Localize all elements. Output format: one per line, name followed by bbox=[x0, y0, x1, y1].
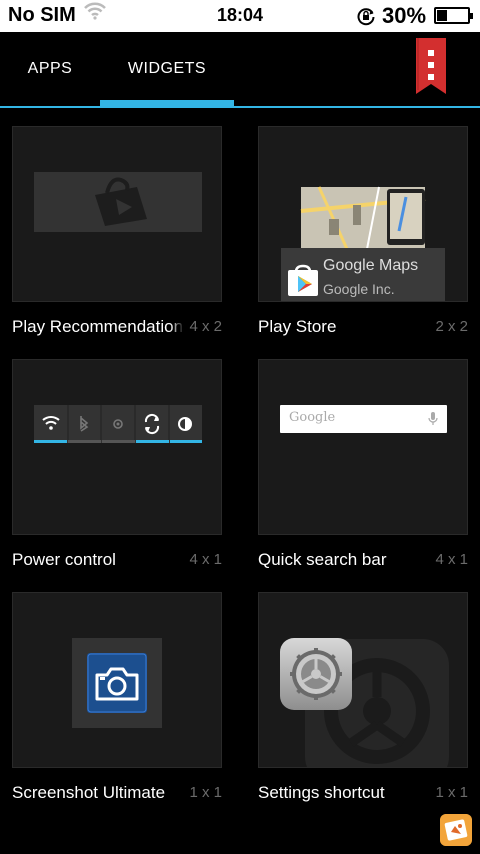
overflow-menu-icon[interactable] bbox=[416, 38, 446, 94]
widget-play-store[interactable]: Google Maps Google Inc. Play Store 2 x 2 bbox=[258, 126, 468, 351]
screenshot-tool-icon bbox=[440, 814, 472, 846]
status-bar: No SIM 18:04 30% bbox=[0, 0, 480, 32]
widget-preview bbox=[12, 126, 222, 302]
battery-percent: 30% bbox=[382, 3, 427, 28]
widget-name: Settings shortcut bbox=[258, 783, 430, 803]
widget-size: 4 x 2 bbox=[189, 318, 222, 335]
widget-preview bbox=[12, 359, 222, 535]
widget-name: Play Store bbox=[258, 317, 430, 337]
rotation-lock-icon bbox=[357, 8, 375, 26]
widget-play-recommendations[interactable]: Play Recommendations 4 x 2 bbox=[12, 126, 222, 351]
widget-preview bbox=[12, 592, 222, 768]
battery-level bbox=[437, 10, 447, 21]
widget-size: 1 x 1 bbox=[435, 784, 468, 801]
screenshot-app-floating-icon[interactable] bbox=[440, 814, 472, 846]
widget-name: Quick search bar bbox=[258, 550, 430, 570]
widget-quick-search-bar[interactable]: Google Quick search bar 4 x 1 bbox=[258, 359, 468, 584]
widget-size: 4 x 1 bbox=[189, 551, 222, 568]
widget-preview: Google bbox=[258, 359, 468, 535]
widget-name: Screenshot Ultimate bbox=[12, 783, 184, 803]
widget-size: 1 x 1 bbox=[189, 784, 222, 801]
app-card-title: Google Maps bbox=[323, 257, 419, 274]
microphone-icon bbox=[428, 412, 438, 425]
app-card-developer: Google Inc. bbox=[323, 281, 395, 297]
widget-name: Play Recommendations bbox=[12, 317, 184, 337]
search-bar-logo: Google bbox=[289, 410, 336, 425]
tab-widgets[interactable]: WIDGETS bbox=[100, 32, 234, 106]
app-card: Google Maps Google Inc. bbox=[281, 248, 445, 301]
widget-size: 4 x 1 bbox=[435, 551, 468, 568]
widget-preview bbox=[258, 592, 468, 768]
power-control-preview bbox=[34, 405, 202, 443]
icon-frame bbox=[72, 638, 162, 728]
tab-bar: APPS WIDGETS bbox=[0, 32, 480, 108]
widget-size: 2 x 2 bbox=[435, 318, 468, 335]
widget-screenshot-ultimate[interactable]: Screenshot Ultimate 1 x 1 bbox=[12, 592, 222, 817]
play-recommendations-preview bbox=[34, 172, 202, 232]
battery-icon bbox=[434, 7, 473, 24]
search-bar-preview: Google bbox=[280, 405, 447, 433]
widget-settings-shortcut[interactable]: Settings shortcut 1 x 1 bbox=[258, 592, 468, 817]
widget-preview: Google Maps Google Inc. bbox=[258, 126, 468, 302]
tab-apps[interactable]: APPS bbox=[0, 32, 100, 106]
widget-power-control[interactable]: Power control 4 x 1 bbox=[12, 359, 222, 584]
settings-gear-icon bbox=[280, 638, 352, 710]
camera-icon bbox=[87, 653, 147, 713]
widget-name: Power control bbox=[12, 550, 184, 570]
play-store-icon bbox=[288, 264, 318, 296]
